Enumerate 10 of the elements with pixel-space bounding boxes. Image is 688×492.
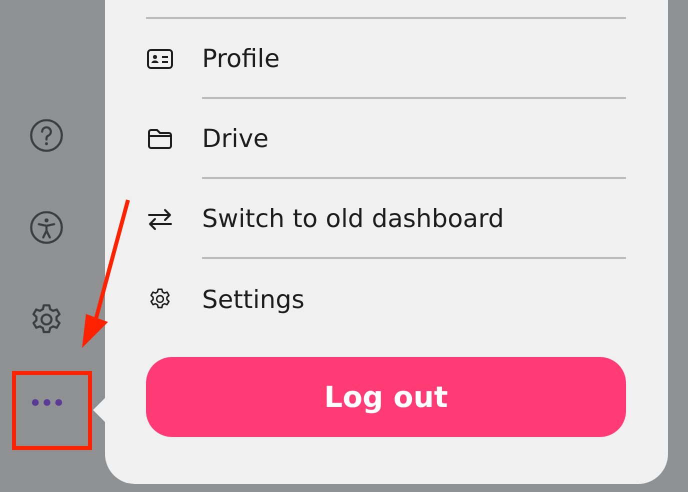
help-icon[interactable] bbox=[29, 118, 64, 153]
folder-icon bbox=[146, 127, 174, 151]
more-icon[interactable] bbox=[30, 398, 64, 407]
menu-item[interactable]: Profile bbox=[146, 19, 626, 99]
menu-item[interactable]: Settings bbox=[146, 259, 626, 339]
accessibility-icon[interactable] bbox=[29, 210, 64, 245]
swap-arrows-icon bbox=[146, 207, 174, 231]
id-card-icon bbox=[146, 47, 174, 71]
menu-item[interactable]: Switch to old dashboard bbox=[146, 179, 626, 259]
menu-item[interactable]: Drive bbox=[146, 99, 626, 179]
